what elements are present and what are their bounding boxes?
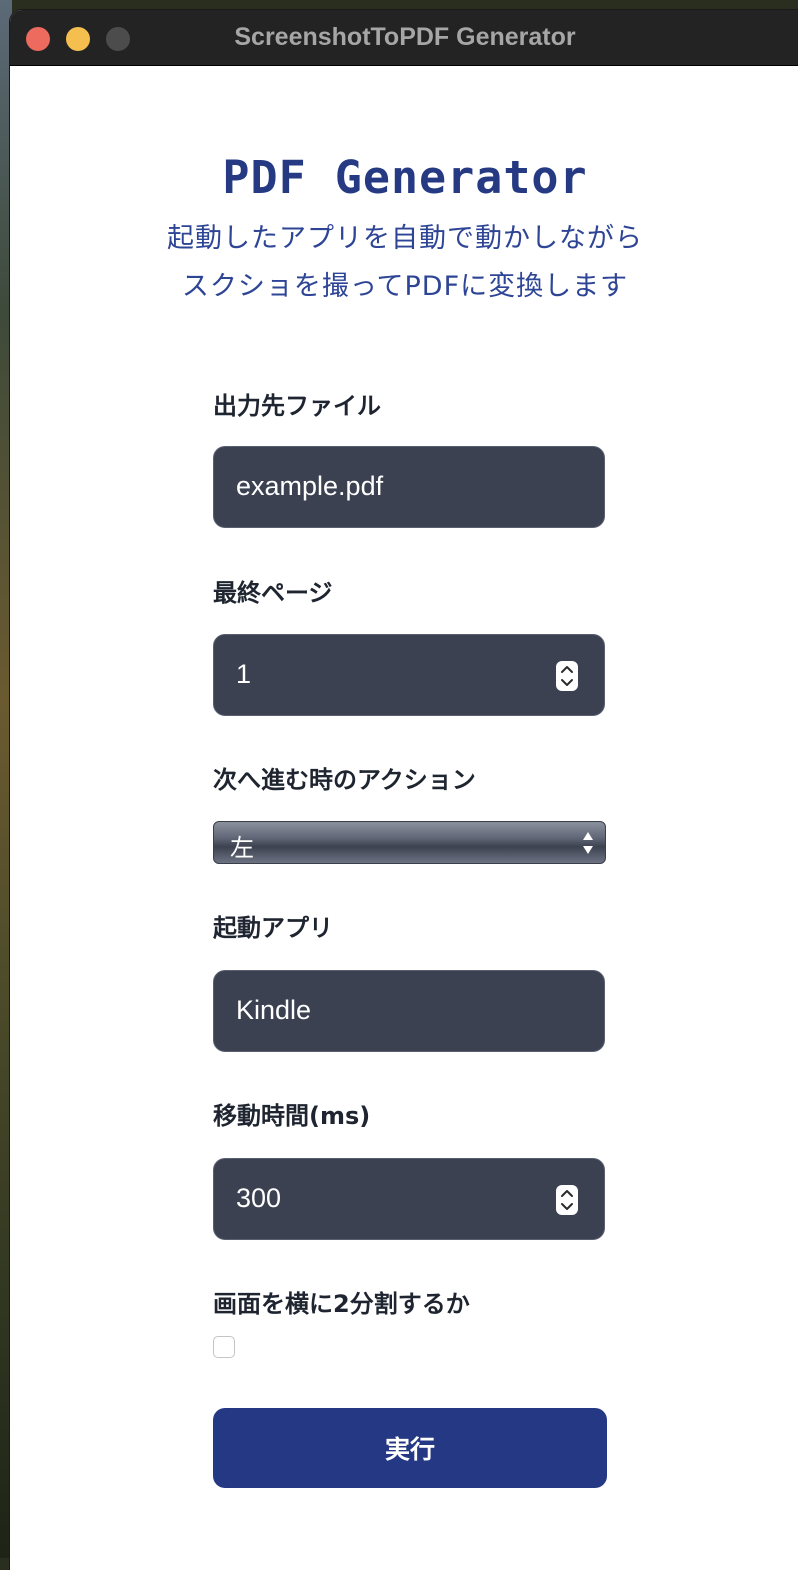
last-page-value: 1: [236, 659, 252, 689]
window-title: ScreenshotToPDF Generator: [234, 23, 576, 51]
last-page-input[interactable]: 1: [213, 634, 605, 716]
move-time-label: 移動時間(ms): [213, 1102, 371, 1130]
launch-app-label: 起動アプリ: [213, 914, 333, 942]
last-page-stepper[interactable]: [556, 661, 578, 691]
page-subtitle-line-2: スクショを撮ってPDFに変換します: [181, 271, 629, 302]
app-window: ScreenshotToPDF Generator PDF Generator …: [10, 10, 798, 1570]
launch-app-input[interactable]: Kindle: [213, 970, 605, 1052]
run-button-label: 実行: [384, 1435, 435, 1464]
launch-app-value: Kindle: [236, 995, 312, 1025]
split-screen-label: 画面を横に2分割するか: [213, 1290, 470, 1318]
output-file-input[interactable]: example.pdf: [213, 446, 605, 528]
output-file-value: example.pdf: [236, 471, 384, 501]
move-time-stepper[interactable]: [556, 1185, 578, 1215]
next-action-selected-value: 左: [230, 834, 254, 862]
select-arrows-icon: [583, 832, 593, 854]
next-action-label: 次へ進む時のアクション: [213, 766, 476, 794]
page-title: PDF Generator: [222, 151, 588, 204]
move-time-value: 300: [236, 1183, 282, 1213]
move-time-input[interactable]: 300: [213, 1158, 605, 1240]
chevron-up-icon: [561, 666, 573, 673]
last-page-label: 最終ページ: [213, 579, 333, 607]
page-subtitle-line-1: 起動したアプリを自動で動かしながら: [167, 223, 643, 254]
chevron-down-icon: [561, 679, 573, 686]
chevron-up-icon: [561, 1190, 573, 1197]
title-bar: ScreenshotToPDF Generator: [10, 10, 798, 66]
output-file-label: 出力先ファイル: [213, 392, 381, 420]
next-action-select[interactable]: 左: [213, 821, 606, 864]
chevron-down-icon: [561, 1203, 573, 1210]
split-screen-checkbox[interactable]: [213, 1336, 235, 1358]
run-button[interactable]: 実行: [213, 1408, 607, 1488]
